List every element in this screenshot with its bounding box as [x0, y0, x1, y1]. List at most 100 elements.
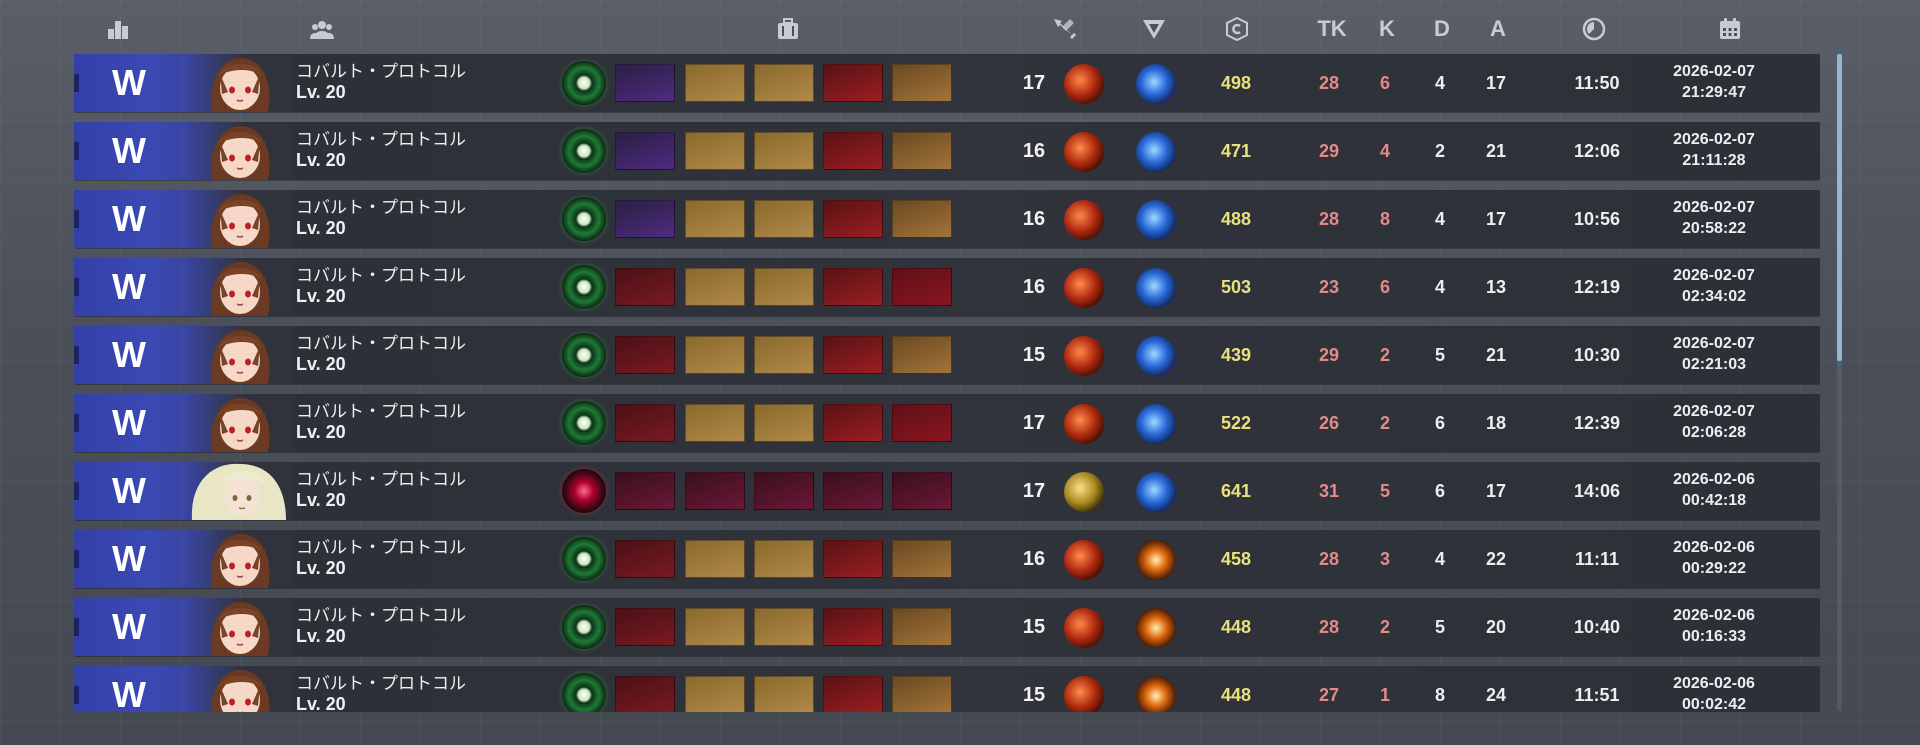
- rank-icon[interactable]: [100, 14, 136, 44]
- item-slot-icon[interactable]: [754, 336, 814, 374]
- item-slot-icon[interactable]: [823, 336, 883, 374]
- player-name-block: コバルト・プロトコル Lv. 20: [296, 266, 516, 306]
- match-date: 2026-02-06: [1673, 675, 1755, 692]
- item-slot-icon[interactable]: [892, 268, 952, 306]
- match-time: 21:29:47: [1681, 84, 1747, 101]
- tk-header[interactable]: TK: [1312, 14, 1352, 44]
- match-row[interactable]: W コバルト・プロトコル Lv. 20 16 503 23 6 4 13 12:19 202…: [74, 258, 1820, 316]
- match-row[interactable]: W コバルト・プロトコル Lv. 20 15 439 29 2 5 21 10:30 202…: [74, 326, 1820, 384]
- item-slot-icon[interactable]: [823, 200, 883, 238]
- match-row[interactable]: W コバルト・プロトコル Lv. 20 16 471 29 4 2 21 12:06 202…: [74, 122, 1820, 180]
- item-slot-icon[interactable]: [892, 132, 952, 170]
- item-slot-icon[interactable]: [615, 676, 675, 712]
- player-name-block: コバルト・プロトコル Lv. 20: [296, 198, 516, 238]
- player-level: Lv. 20: [296, 286, 346, 306]
- item-slot-icon[interactable]: [615, 268, 675, 306]
- item-slot-icon[interactable]: [823, 132, 883, 170]
- stopwatch-icon[interactable]: [1576, 14, 1612, 44]
- item-slot-icon[interactable]: [892, 336, 952, 374]
- result-badge: W: [74, 122, 184, 180]
- item-slot-icon[interactable]: [892, 404, 952, 442]
- player-name-block: コバルト・プロトコル Lv. 20: [296, 130, 516, 170]
- match-row[interactable]: W コバルト・プロトコル Lv. 20 17 641 31 5 6 17 14:06 202…: [74, 462, 1820, 520]
- item-slot-icon[interactable]: [685, 472, 745, 510]
- result-badge: W: [74, 666, 184, 712]
- d-header[interactable]: D: [1424, 14, 1460, 44]
- item-slot-icon[interactable]: [823, 608, 883, 646]
- item-slot-icon[interactable]: [615, 132, 675, 170]
- item-slot-icon[interactable]: [685, 132, 745, 170]
- item-slot-icon[interactable]: [685, 200, 745, 238]
- scrollbar-thumb[interactable]: [1837, 54, 1842, 361]
- item-slot-icon[interactable]: [754, 540, 814, 578]
- primary-skill-icon: [1064, 64, 1104, 104]
- player-name-block: コバルト・プロトコル Lv. 20: [296, 538, 516, 578]
- item-slot-icon[interactable]: [685, 336, 745, 374]
- item-slot-icon[interactable]: [754, 676, 814, 712]
- kills-value: 8: [1379, 208, 1390, 229]
- assists-value: 20: [1485, 616, 1507, 637]
- item-slot-icon[interactable]: [615, 336, 675, 374]
- item-slot-icon[interactable]: [615, 404, 675, 442]
- item-slot-icon[interactable]: [754, 608, 814, 646]
- team-kills-value: 31: [1318, 480, 1340, 501]
- calendar-icon[interactable]: [1712, 14, 1748, 44]
- item-slot-icon[interactable]: [823, 268, 883, 306]
- item-slot-icon[interactable]: [823, 540, 883, 578]
- match-datetime: 2026-02-06 00:42:18: [1614, 469, 1814, 511]
- player-name: コバルト・プロトコル: [296, 470, 466, 489]
- item-slot-icon[interactable]: [823, 64, 883, 102]
- item-slot-icon[interactable]: [892, 608, 952, 646]
- item-slot-icon[interactable]: [615, 608, 675, 646]
- item-slot-icon[interactable]: [685, 540, 745, 578]
- credits-value: 503: [1220, 276, 1252, 297]
- item-slot-icon[interactable]: [754, 404, 814, 442]
- match-row[interactable]: W コバルト・プロトコル Lv. 20 17 498 28 6 4 17 11:50 202…: [74, 54, 1820, 112]
- match-row[interactable]: W コバルト・プロトコル Lv. 20 16 458 28 3 4 22 11:11 202…: [74, 530, 1820, 588]
- weapon-icon[interactable]: [1046, 14, 1082, 44]
- secondary-skill-icon: [1136, 472, 1176, 512]
- item-slot-icon[interactable]: [754, 64, 814, 102]
- match-row[interactable]: W コバルト・プロトコル Lv. 20 17 522 26 2 6 18 12:39 202…: [74, 394, 1820, 452]
- item-slot-icon[interactable]: [823, 676, 883, 712]
- character-avatar: [182, 122, 294, 180]
- result-badge: W: [74, 394, 184, 452]
- item-slot-icon[interactable]: [754, 200, 814, 238]
- deaths-value: 2: [1434, 140, 1445, 161]
- k-header[interactable]: K: [1369, 14, 1405, 44]
- item-slot-icon[interactable]: [615, 540, 675, 578]
- item-slot-icon[interactable]: [892, 676, 952, 712]
- item-slot-icon[interactable]: [615, 64, 675, 102]
- match-history-list[interactable]: W コバルト・プロトコル Lv. 20 17 498 28 6 4 17 11:50 202…: [74, 54, 1820, 712]
- item-slot-icon[interactable]: [892, 64, 952, 102]
- credit-icon[interactable]: [1219, 14, 1255, 44]
- item-slot-icon[interactable]: [685, 676, 745, 712]
- assists-value: 21: [1485, 140, 1507, 161]
- item-slot-icon[interactable]: [892, 540, 952, 578]
- item-slot-icon[interactable]: [754, 132, 814, 170]
- skill-icon[interactable]: [1136, 14, 1172, 44]
- item-slot-icon[interactable]: [685, 404, 745, 442]
- item-slot-icon[interactable]: [615, 200, 675, 238]
- item-slot-icon[interactable]: [823, 404, 883, 442]
- a-header[interactable]: A: [1480, 14, 1516, 44]
- primary-skill-icon: [1064, 200, 1104, 240]
- item-slot-icon[interactable]: [685, 268, 745, 306]
- scrollbar-track[interactable]: [1837, 361, 1842, 711]
- deaths-value: 6: [1434, 480, 1445, 501]
- inventory-icon[interactable]: [770, 14, 806, 44]
- match-row[interactable]: W コバルト・プロトコル Lv. 20 15 448 28 2 5 20 10:40 202…: [74, 598, 1820, 656]
- match-row[interactable]: W コバルト・プロトコル Lv. 20 15 448 27 1 8 24 11:51 202…: [74, 666, 1820, 712]
- item-slot-icon[interactable]: [685, 608, 745, 646]
- item-slot-icon[interactable]: [823, 472, 883, 510]
- match-datetime: 2026-02-07 02:21:03: [1614, 333, 1814, 375]
- character-level: 15: [1022, 615, 1046, 638]
- item-slot-icon[interactable]: [754, 268, 814, 306]
- item-slot-icon[interactable]: [892, 472, 952, 510]
- match-row[interactable]: W コバルト・プロトコル Lv. 20 16 488 28 8 4 17 10:56 202…: [74, 190, 1820, 248]
- team-icon[interactable]: [304, 14, 340, 44]
- item-slot-icon[interactable]: [754, 472, 814, 510]
- item-slot-icon[interactable]: [685, 64, 745, 102]
- item-slot-icon[interactable]: [892, 200, 952, 238]
- item-slot-icon[interactable]: [615, 472, 675, 510]
